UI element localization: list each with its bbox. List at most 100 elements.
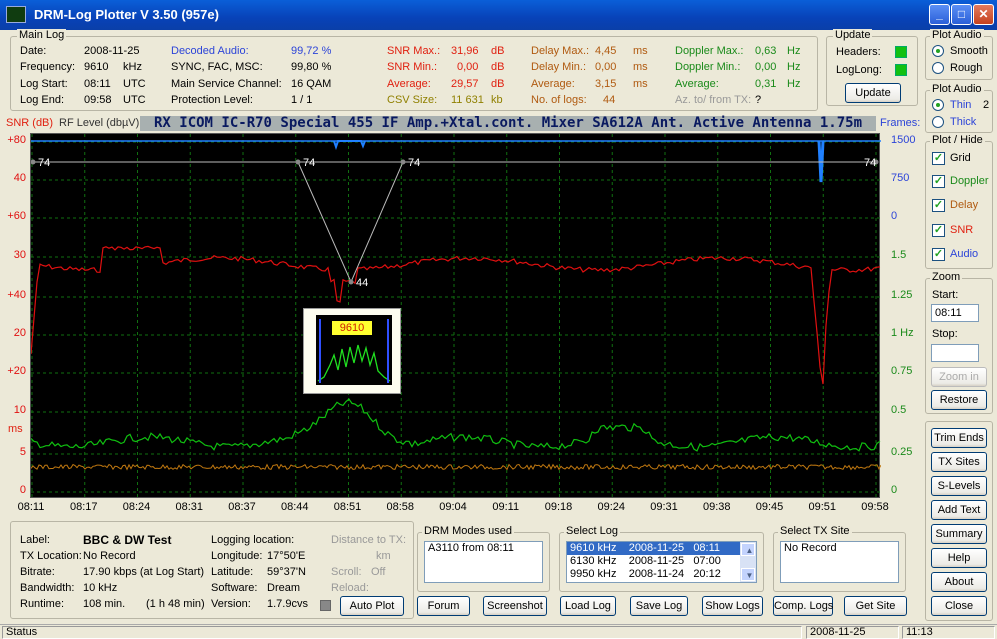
longitude-label: Longitude: — [211, 550, 263, 562]
select-log-list[interactable]: 9610 kHz 2008-11-25 08:11 6130 kHz 2008-… — [566, 541, 757, 583]
zoom-in-button[interactable]: Zoom in — [931, 367, 987, 387]
save-log-button[interactable]: Save Log — [630, 596, 688, 616]
x-tick-label: 09:11 — [492, 501, 520, 513]
forum-button[interactable]: Forum — [417, 596, 470, 616]
x-tick-label: 09:45 — [755, 501, 784, 513]
decoded-audio-label: Decoded Audio: — [171, 45, 249, 57]
drm-modes-list[interactable]: A3110 from 08:11 — [424, 541, 543, 583]
doppler-min-label: Doppler Min.: — [675, 61, 741, 73]
audio-label: Audio — [950, 248, 979, 260]
delay-min-value: 0,00 — [595, 61, 617, 73]
get-site-button[interactable]: Get Site — [844, 596, 907, 616]
smooth-label: Smooth — [950, 45, 988, 57]
x-tick-label: 09:31 — [650, 501, 678, 513]
show-logs-button[interactable]: Show Logs — [702, 596, 763, 616]
s-levels-button[interactable]: S-Levels — [931, 476, 987, 496]
runtime-label: Runtime: — [20, 598, 65, 610]
plot-audio-legend: Plot Audio — [930, 29, 984, 41]
status-time: 11:13 — [902, 626, 995, 639]
close-button[interactable]: Close — [931, 596, 987, 616]
left-tick-label: +80 — [7, 134, 26, 146]
plot-area[interactable]: 74 74 74 74 44 9610 — [30, 133, 882, 499]
audio-checkbox[interactable]: ✓ — [932, 248, 945, 261]
scroll-up-icon[interactable]: ▲ — [741, 543, 755, 556]
list-item[interactable]: No Record — [781, 542, 898, 555]
rf-axis-label: RF Level (dbµV) — [59, 117, 140, 129]
select-tx-list[interactable]: No Record — [780, 541, 899, 583]
minimize-button[interactable]: _ — [929, 4, 950, 25]
doppler-avg-unit: Hz — [787, 78, 801, 90]
list-item[interactable]: A3110 from 08:11 — [425, 542, 542, 555]
runtime-value: 108 min. — [83, 598, 126, 610]
delay-checkbox[interactable]: ✓ — [932, 199, 945, 212]
date-label: Date: — [20, 45, 47, 57]
list-item[interactable]: 9950 kHz 2008-11-24 20:12 — [567, 568, 756, 581]
sync-value: 99,80 % — [291, 61, 332, 73]
grid-checkbox[interactable]: ✓ — [932, 152, 945, 165]
x-tick-label: 09:58 — [861, 501, 889, 513]
doppler-checkbox[interactable]: ✓ — [932, 175, 945, 188]
x-tick-label: 08:58 — [386, 501, 415, 513]
left-tick-label: +60 — [7, 210, 26, 222]
window-title: DRM-Log Plotter V 3.50 (957e) — [34, 7, 219, 22]
version-value: 1.7.9cvs — [267, 598, 308, 610]
trim-ends-button[interactable]: Trim Ends — [931, 428, 987, 448]
snr-avg-label: Average: — [387, 78, 431, 90]
delay-max-unit: ms — [633, 45, 648, 57]
maximize-button[interactable]: □ — [951, 4, 972, 25]
thick-label: Thick — [950, 116, 977, 128]
compare-logs-button[interactable]: Comp. Logs — [773, 596, 833, 616]
spectrum-frequency-label: 9610 — [332, 321, 372, 335]
load-log-button[interactable]: Load Log — [560, 596, 616, 616]
csv-size-unit: kb — [491, 94, 503, 106]
x-tick-label: 09:04 — [439, 501, 467, 513]
protection-value: 1 / 1 — [291, 94, 313, 106]
help-button[interactable]: Help — [931, 548, 987, 568]
list-item[interactable]: 6130 kHz 2008-11-25 07:00 — [567, 555, 756, 568]
smooth-radio[interactable] — [932, 45, 944, 57]
x-tick-label: 08:31 — [175, 501, 204, 513]
logstart-label: Log Start: — [20, 78, 68, 90]
x-tick-label: 08:17 — [69, 501, 98, 513]
snr-max-label: SNR Max.: — [387, 45, 441, 57]
plot-canvas: 74 74 74 74 44 — [30, 134, 882, 499]
azimuth-label: Az. to/ from TX: — [675, 94, 752, 106]
x-tick-label: 08:11 — [17, 501, 45, 513]
thick-radio[interactable] — [932, 116, 944, 128]
add-text-button[interactable]: Add Text — [931, 500, 987, 520]
thin-radio[interactable] — [932, 99, 944, 111]
about-button[interactable]: About — [931, 572, 987, 592]
doppler-max-unit: Hz — [787, 45, 801, 57]
nlogs-label: No. of logs: — [531, 94, 587, 106]
list-item[interactable]: 9610 kHz 2008-11-25 08:11 — [567, 542, 740, 555]
left-tick-label: 10 — [13, 404, 26, 416]
bandwidth-label: Bandwidth: — [20, 582, 75, 594]
doppler-avg-value: 0,31 — [755, 78, 777, 90]
delay-label: Delay — [950, 199, 979, 211]
zoom-start-input[interactable]: 08:11 — [931, 304, 979, 322]
rough-radio[interactable] — [932, 62, 944, 74]
decoded-audio-value: 99,72 % — [291, 45, 332, 57]
frames-dip — [333, 140, 366, 151]
update-button[interactable]: Update — [845, 83, 901, 103]
close-window-button[interactable]: ✕ — [973, 4, 994, 25]
zoom-stop-input[interactable] — [931, 344, 979, 362]
restore-button[interactable]: Restore — [931, 390, 987, 410]
marker-dot — [30, 159, 36, 165]
auto-plot-button[interactable]: Auto Plot — [340, 596, 404, 616]
select-tx-legend: Select TX Site — [778, 525, 852, 537]
sync-label: SYNC, FAC, MSC: — [171, 61, 263, 73]
plot-hide-legend: Plot / Hide — [930, 134, 985, 146]
snr-checkbox[interactable]: ✓ — [932, 224, 945, 237]
doppler-label: Doppler — [950, 175, 989, 187]
latitude-label: Latitude: — [211, 566, 254, 578]
scroll-down-icon[interactable]: ▼ — [741, 568, 755, 581]
summary-button[interactable]: Summary — [931, 524, 987, 544]
tx-location-value: No Record — [83, 550, 136, 562]
log-list-scrollbar[interactable]: ▲ ▼ — [740, 542, 756, 582]
freq-value: 9610 — [84, 61, 109, 73]
msc-value: 16 QAM — [291, 78, 332, 90]
snr-label: SNR — [950, 224, 974, 236]
screenshot-button[interactable]: Screenshot — [483, 596, 547, 616]
tx-sites-button[interactable]: TX Sites — [931, 452, 987, 472]
